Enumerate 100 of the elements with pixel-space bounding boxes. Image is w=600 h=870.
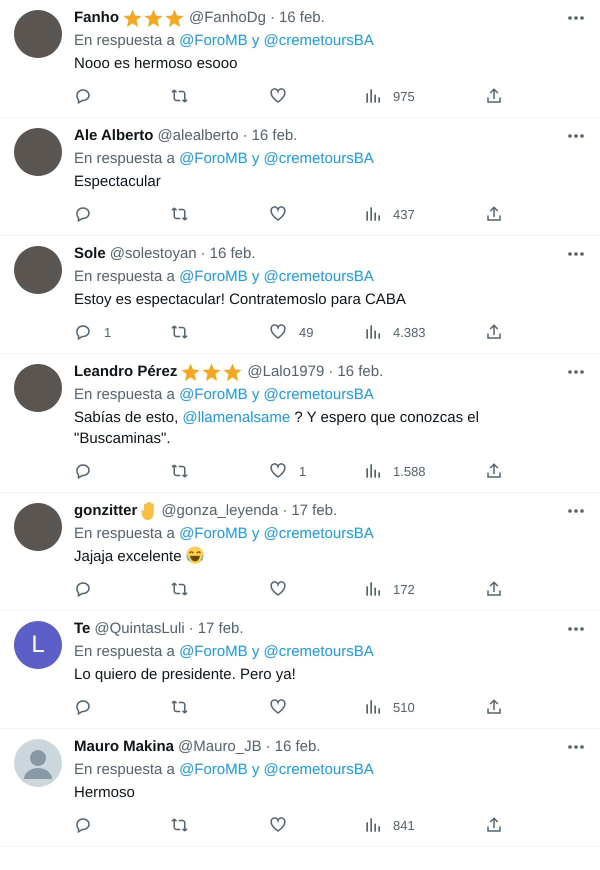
- tweet-date[interactable]: 16 feb.: [337, 362, 384, 382]
- tweet-date[interactable]: 16 feb.: [278, 8, 325, 28]
- user-name[interactable]: Mauro Makina: [74, 737, 174, 757]
- view-count: 172: [393, 582, 415, 596]
- tweet-text: Espectacular: [74, 172, 162, 192]
- bar-chart-icon[interactable]: [365, 581, 381, 597]
- reply-context: En respuesta a: [74, 268, 175, 285]
- avatar-photo[interactable]: [14, 10, 62, 58]
- avatar-photo[interactable]: [14, 128, 62, 176]
- tweet-date[interactable]: 17 feb.: [198, 619, 244, 639]
- reply-context: En respuesta a: [74, 386, 175, 403]
- view-count: 841: [393, 818, 415, 832]
- share-icon[interactable]: [485, 580, 503, 598]
- bar-chart-icon[interactable]: [365, 206, 381, 222]
- avatar-photo[interactable]: [14, 503, 62, 551]
- share-icon[interactable]: [485, 816, 503, 834]
- reply-icon[interactable]: [74, 323, 92, 341]
- heart-icon[interactable]: [269, 462, 287, 480]
- separator-dot: ·: [242, 126, 248, 146]
- tweet-date[interactable]: 16 feb.: [274, 737, 320, 757]
- reply-icon[interactable]: [74, 816, 92, 834]
- share-icon[interactable]: [485, 87, 503, 105]
- reply-icon[interactable]: [74, 87, 92, 105]
- default-avatar-icon[interactable]: [14, 739, 62, 787]
- user-handle[interactable]: @gonza_leyenda: [161, 501, 278, 521]
- heart-icon[interactable]: [269, 205, 287, 223]
- user-handle[interactable]: @solestoyan: [110, 244, 197, 264]
- bar-chart-icon[interactable]: [365, 463, 381, 479]
- avatar-photo[interactable]: [14, 364, 62, 412]
- retweet-icon[interactable]: [170, 205, 189, 223]
- avatar-photo[interactable]: [14, 246, 62, 294]
- view-count: 437: [393, 206, 415, 222]
- reply-icon[interactable]: [74, 205, 92, 223]
- like-count: 1: [299, 464, 306, 478]
- retweet-icon[interactable]: [170, 698, 189, 716]
- more-icon[interactable]: [568, 745, 584, 749]
- view-count: 1.588: [393, 464, 426, 478]
- reply-context: En respuesta a: [74, 643, 175, 660]
- more-icon[interactable]: [568, 370, 584, 374]
- stars-icon: [181, 362, 244, 382]
- user-handle[interactable]: @alealberto: [157, 126, 239, 146]
- user-handle[interactable]: @FanhoDg: [189, 8, 266, 28]
- tweet-text: Hermoso: [74, 783, 136, 803]
- bar-chart-icon[interactable]: [365, 88, 381, 104]
- tweet-date[interactable]: 16 feb.: [210, 244, 256, 264]
- share-icon[interactable]: [485, 462, 503, 480]
- separator-dot: ·: [188, 619, 194, 639]
- heart-icon[interactable]: [269, 323, 287, 341]
- reply-context: En respuesta a: [74, 761, 175, 778]
- user-name[interactable]: Sole: [74, 244, 106, 264]
- retweet-icon[interactable]: [170, 816, 189, 834]
- retweet-icon[interactable]: [170, 462, 189, 480]
- tweet-date[interactable]: 16 feb.: [252, 126, 298, 146]
- user-name[interactable]: Ale Alberto: [74, 126, 154, 146]
- reply-context: En respuesta a: [74, 150, 175, 167]
- laughing-emoji-icon: [186, 546, 204, 564]
- heart-icon[interactable]: [269, 698, 287, 716]
- tweet-text: Estoy es espectacular! Contratemoslo para CABA: [74, 290, 407, 310]
- letter-avatar[interactable]: L: [14, 621, 62, 669]
- tweet-text: Sabías de esto, @llamenalsame ? Y espero que conozcas el "Buscaminas".: [74, 408, 480, 449]
- share-icon[interactable]: [485, 698, 503, 716]
- stars-icon: [123, 8, 185, 28]
- separator-dot: ·: [200, 244, 206, 264]
- user-name[interactable]: Leandro Pérez: [74, 362, 178, 382]
- reply-icon[interactable]: [74, 462, 92, 480]
- separator-dot: ·: [282, 501, 288, 521]
- share-icon[interactable]: [485, 205, 503, 223]
- user-handle[interactable]: @QuintasLuli: [94, 619, 185, 639]
- more-icon[interactable]: [568, 134, 584, 138]
- more-icon[interactable]: [568, 16, 584, 20]
- bar-chart-icon[interactable]: [365, 324, 381, 340]
- reply-icon[interactable]: [74, 580, 92, 598]
- view-count: 510: [393, 700, 415, 714]
- user-handle[interactable]: @Lalo1979: [247, 362, 324, 382]
- more-icon[interactable]: [568, 627, 584, 631]
- tweet-date[interactable]: 17 feb.: [291, 501, 338, 521]
- like-count: 49: [299, 324, 314, 340]
- share-icon[interactable]: [485, 323, 503, 341]
- user-name[interactable]: gonzitter: [74, 501, 138, 521]
- heart-icon[interactable]: [269, 816, 287, 834]
- reply-context: En respuesta a: [74, 525, 175, 542]
- separator-dot: ·: [328, 362, 334, 382]
- reply-icon[interactable]: [74, 698, 92, 716]
- heart-icon[interactable]: [269, 580, 287, 598]
- retweet-icon[interactable]: [170, 323, 189, 341]
- tweet-text: Nooo es hermoso esooo: [74, 54, 238, 74]
- tweet-text: Jajaja excelente: [74, 546, 504, 567]
- user-handle[interactable]: @Mauro_JB: [178, 737, 262, 757]
- user-name[interactable]: Fanho: [74, 8, 119, 28]
- view-count: 975: [393, 88, 415, 104]
- heart-icon[interactable]: [269, 87, 287, 105]
- retweet-icon[interactable]: [170, 87, 189, 105]
- retweet-icon[interactable]: [170, 580, 189, 598]
- user-name[interactable]: Te: [74, 619, 90, 639]
- reply-count: 1: [104, 324, 112, 340]
- more-icon[interactable]: [568, 252, 584, 256]
- bar-chart-icon[interactable]: [365, 817, 381, 833]
- separator-dot: ·: [266, 737, 271, 757]
- more-icon[interactable]: [568, 509, 584, 513]
- bar-chart-icon[interactable]: [365, 699, 381, 715]
